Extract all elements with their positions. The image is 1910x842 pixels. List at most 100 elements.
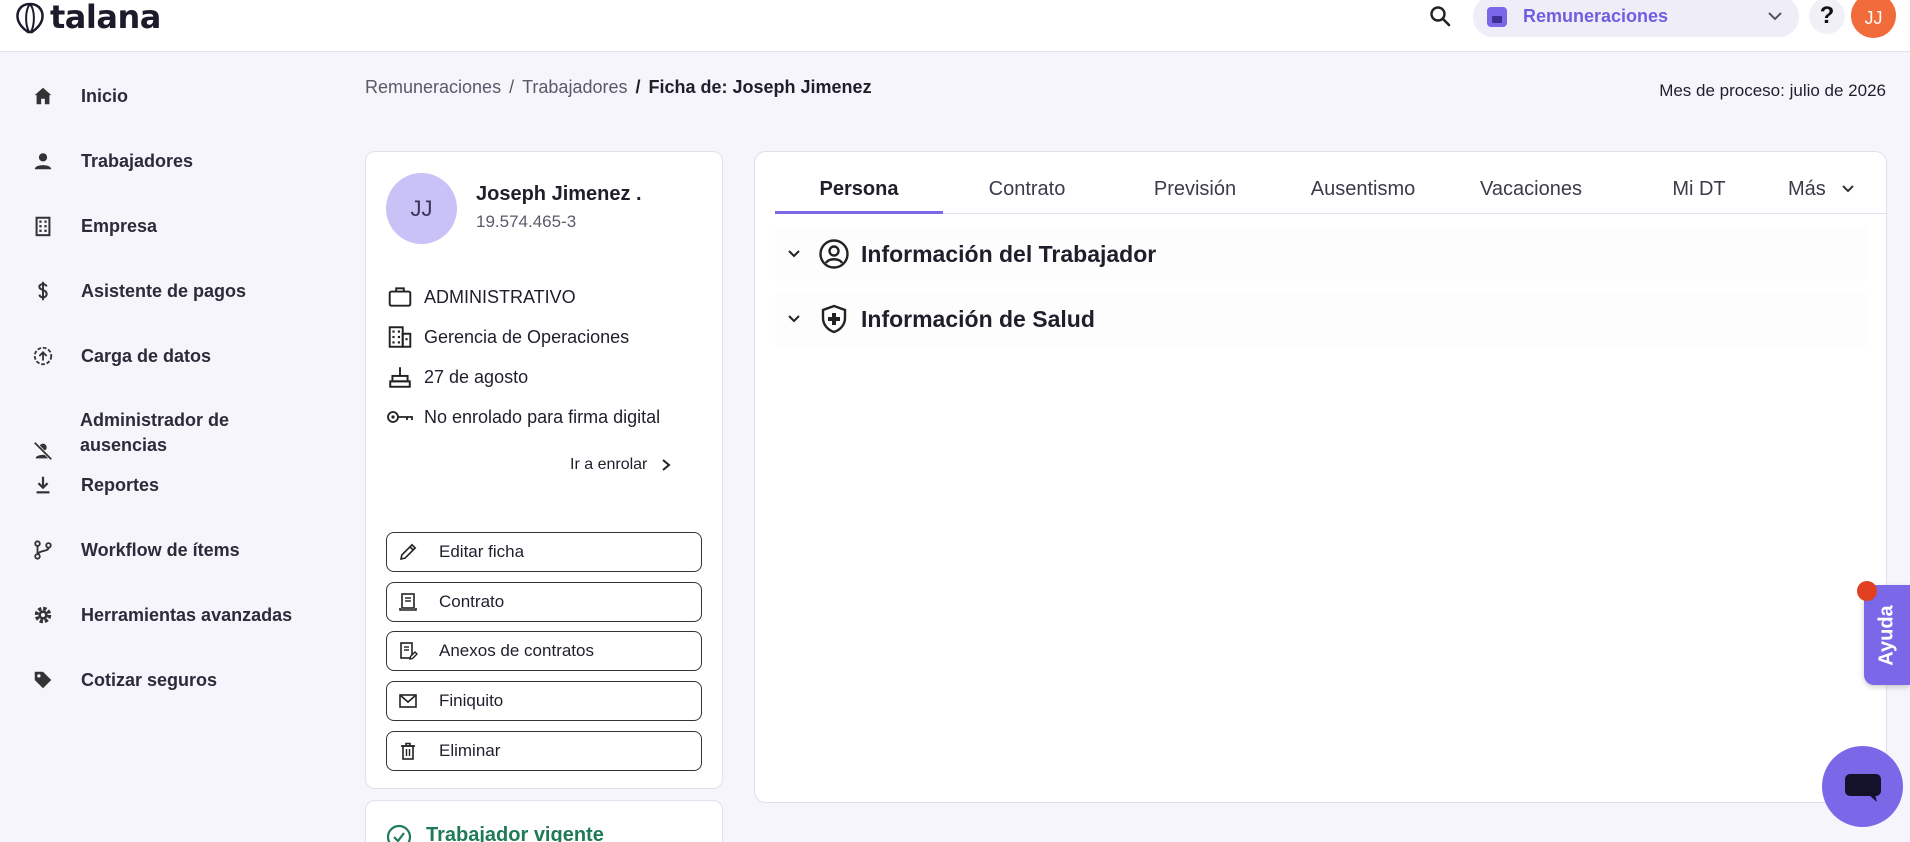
module-label: Remuneraciones: [1523, 6, 1669, 26]
help-button[interactable]: ?: [1809, 0, 1845, 34]
home-icon: [30, 83, 56, 109]
tab-more-dropdown[interactable]: Más: [1788, 174, 1888, 214]
search-icon: [1430, 6, 1451, 27]
sidebar-item-label: Asistente de pagos: [81, 280, 247, 301]
employee-avatar: JJ: [386, 173, 457, 244]
upload-icon: [30, 343, 56, 369]
person-off-icon: [30, 438, 56, 464]
contract-label: Contrato: [439, 592, 505, 611]
breadcrumb-link-trabajadores[interactable]: Trabajadores: [522, 77, 627, 98]
sidebar-item-empresa[interactable]: Empresa: [30, 213, 157, 239]
employee-rut: 19.574.465-3: [476, 212, 577, 231]
sidebar-item-label: Carga de datos: [81, 345, 212, 366]
mail-icon: [397, 690, 419, 712]
tab-contrato[interactable]: Contrato: [943, 174, 1111, 214]
sidebar-item-label: Trabajadores: [81, 150, 194, 171]
breadcrumb-separator: /: [635, 77, 641, 97]
employee-name: Joseph Jimenez .: [476, 183, 642, 205]
section-worker-info[interactable]: Información del Trabajador: [775, 227, 1868, 281]
delete-button[interactable]: Eliminar: [386, 731, 702, 771]
sidebar-item-label: Empresa: [81, 215, 158, 236]
chat-icon: [1844, 773, 1881, 802]
balloon-icon: [16, 2, 44, 34]
workflow-icon: [30, 537, 56, 563]
employee-status-text: Trabajador vigente: [426, 824, 604, 842]
sidebar-item-reportes[interactable]: Reportes: [30, 472, 159, 498]
sidebar-item-label: Herramientas avanzadas: [81, 604, 293, 625]
breadcrumb: Remuneraciones / Trabajadores / Ficha de…: [365, 77, 872, 98]
sidebar-item-workflow-de-items[interactable]: Workflow de ítems: [30, 537, 240, 563]
chevron-down-icon: [781, 241, 807, 267]
contract-annexes-label: Anexos de contratos: [439, 641, 594, 660]
section-title: Información del Trabajador: [861, 240, 1157, 267]
document-edit-icon: [397, 640, 419, 662]
search-button[interactable]: [1424, 0, 1456, 32]
top-bar: talana Remuneraciones ? JJ: [0, 0, 1910, 52]
section-title: Información de Salud: [861, 305, 1095, 332]
sidebar-item-label: Cotizar seguros: [81, 669, 218, 690]
gear-icon: [30, 602, 56, 628]
employee-status-card: Trabajador vigente: [365, 800, 723, 842]
person-icon: [30, 148, 56, 174]
cake-icon: [386, 363, 414, 391]
enroll-link-label: Ir a enrolar: [570, 456, 648, 473]
info-row-birthday: 27 de agosto: [386, 363, 528, 391]
sidebar-item-herramientas-avanzadas[interactable]: Herramientas avanzadas: [30, 602, 292, 628]
delete-label: Eliminar: [439, 741, 501, 760]
download-icon: [30, 472, 56, 498]
settlement-label: Finiquito: [439, 691, 504, 710]
tab-persona[interactable]: Persona: [775, 174, 943, 214]
key-icon: [386, 403, 414, 431]
sidebar-item-label: Workflow de ítems: [81, 539, 240, 560]
breadcrumb-separator: /: [509, 77, 515, 97]
sidebar-item-label: Administrador de ausencias: [80, 410, 230, 455]
info-row-position: ADMINISTRATIVO: [386, 283, 576, 311]
sidebar-item-label: Reportes: [81, 474, 160, 495]
breadcrumb-link-remuneraciones[interactable]: Remuneraciones: [365, 77, 501, 98]
section-health-info[interactable]: Información de Salud: [775, 292, 1868, 346]
contract-annexes-button[interactable]: Anexos de contratos: [386, 631, 702, 671]
sidebar-item-administrador-de-ausencias[interactable]: Administrador de ausencias: [30, 408, 229, 464]
info-signature-text: No enrolado para firma digital: [424, 406, 661, 427]
sidebar-item-cotizar-seguros[interactable]: Cotizar seguros: [30, 667, 217, 693]
help-label: ?: [1819, 2, 1835, 29]
edit-profile-button[interactable]: Editar ficha: [386, 532, 702, 572]
sidebar-item-inicio[interactable]: Inicio: [30, 83, 128, 109]
user-initials: JJ: [1864, 8, 1883, 28]
edit-profile-label: Editar ficha: [439, 542, 525, 561]
tab-ausentismo[interactable]: Ausentismo: [1279, 174, 1447, 214]
building-icon: [386, 323, 414, 351]
tab-vacaciones[interactable]: Vacaciones: [1447, 174, 1615, 214]
info-row-department: Gerencia de Operaciones: [386, 323, 629, 351]
chevron-down-icon: [1842, 185, 1854, 193]
chevron-down-icon: [1768, 12, 1782, 21]
info-department-text: Gerencia de Operaciones: [424, 326, 630, 347]
tab-prevision[interactable]: Previsión: [1111, 174, 1279, 214]
tab-mi-dt[interactable]: Mi DT: [1615, 174, 1783, 214]
module-icon: [1487, 6, 1507, 27]
check-circle-icon: [386, 824, 412, 842]
talana-logo[interactable]: talana: [12, 0, 161, 40]
briefcase-icon: [386, 283, 414, 311]
notification-dot: [1857, 581, 1877, 601]
trash-icon: [397, 740, 419, 762]
tag-icon: [30, 667, 56, 693]
settlement-button[interactable]: Finiquito: [386, 681, 702, 721]
sidebar-item-label: Inicio: [81, 85, 129, 106]
sidebar-item-asistente-de-pagos[interactable]: Asistente de pagos: [30, 278, 246, 304]
person-circle-icon: [817, 237, 851, 271]
enroll-link[interactable]: Ir a enrolar: [570, 456, 673, 474]
module-selector[interactable]: Remuneraciones: [1473, 0, 1799, 37]
chevron-right-icon: [662, 459, 671, 471]
help-tab-label: Ayuda: [1875, 604, 1898, 666]
chevron-down-icon: [781, 306, 807, 332]
logo-text: talana: [50, 0, 161, 36]
chat-button[interactable]: [1822, 746, 1903, 827]
sidebar-item-carga-de-datos[interactable]: Carga de datos: [30, 343, 211, 369]
user-avatar[interactable]: JJ: [1851, 0, 1896, 38]
building-icon: [30, 213, 56, 239]
sidebar-item-trabajadores[interactable]: Trabajadores: [30, 148, 193, 174]
info-position-text: ADMINISTRATIVO: [424, 286, 576, 307]
employee-profile-card: JJ Joseph Jimenez . 19.574.465-3 ADMINIS…: [365, 151, 723, 789]
contract-button[interactable]: Contrato: [386, 582, 702, 622]
